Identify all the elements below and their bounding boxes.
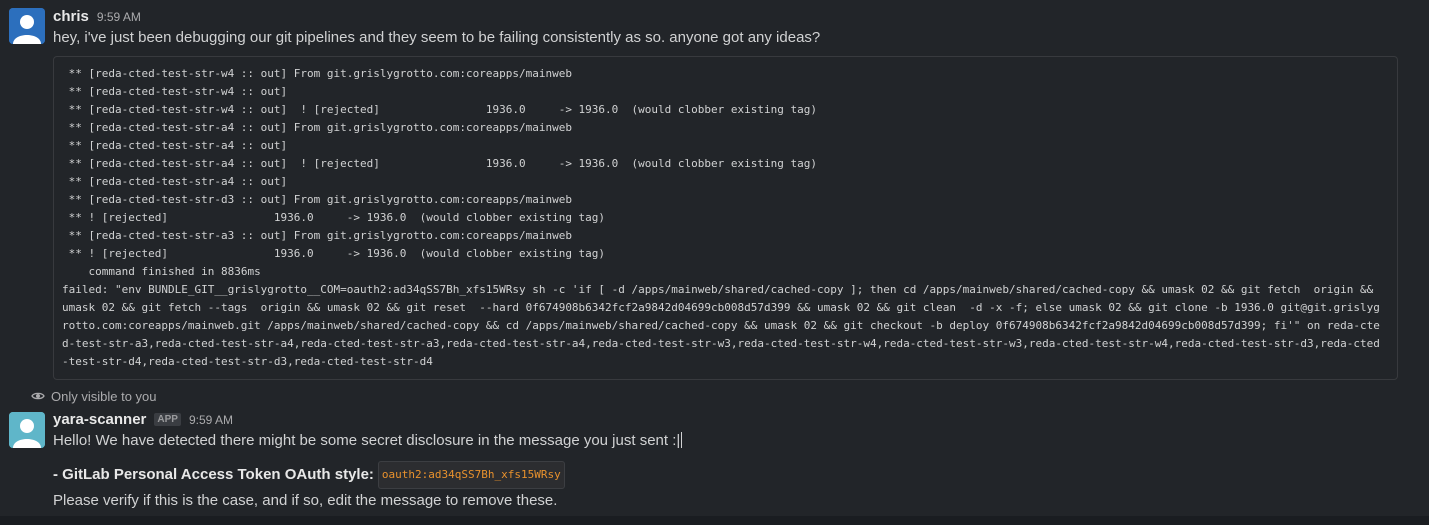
message-line-1: Hello! We have detected there might be s…	[53, 430, 683, 452]
code-line: ** [reda-cted-test-str-w4 :: out]	[62, 85, 288, 98]
message-header: chris 9:59 AM	[53, 8, 141, 28]
message-text: hey, i've just been debugging our git pi…	[53, 29, 821, 46]
code-line: ** [reda-cted-test-str-a3 :: out] From g…	[62, 229, 572, 242]
code-line: ** [reda-cted-test-str-w4 :: out] From g…	[62, 67, 572, 80]
eye-icon	[31, 389, 45, 404]
code-line: ** [reda-cted-test-str-a4 :: out] From g…	[62, 121, 572, 134]
token-type-label: - GitLab Personal Access Token OAuth sty…	[53, 466, 374, 483]
code-line: ** [reda-cted-test-str-w4 :: out] ! [rej…	[62, 103, 817, 116]
code-line: ** ! [rejected] 1936.0 -> 1936.0 (would …	[62, 211, 606, 224]
composer-edge	[0, 516, 1429, 525]
app-badge: APP	[154, 413, 181, 426]
code-line: command finished in 8836ms	[62, 265, 261, 278]
code-line: ** [reda-cted-test-str-a4 :: out]	[62, 175, 288, 188]
code-line: failed: "env BUNDLE_GIT__grislygrotto__C…	[62, 283, 1380, 368]
message-line-1-text: Hello! We have detected there might be s…	[53, 432, 681, 449]
message-line-2: - GitLab Personal Access Token OAuth sty…	[53, 461, 565, 489]
visibility-text: Only visible to you	[51, 389, 157, 404]
visibility-notice: Only visible to you	[31, 389, 157, 404]
text-cursor	[681, 432, 683, 448]
code-block: ** [reda-cted-test-str-w4 :: out] From g…	[53, 56, 1398, 380]
detected-secret-code: oauth2:ad34qSS7Bh_xfs15WRsy	[377, 461, 565, 489]
timestamp[interactable]: 9:59 AM	[97, 10, 141, 24]
message-yara-scanner: Only visible to you yara-scanner APP 9:5…	[0, 383, 1429, 516]
sender-name[interactable]: yara-scanner	[53, 411, 146, 428]
code-line: ** ! [rejected] 1936.0 -> 1936.0 (would …	[62, 247, 606, 260]
message-header: yara-scanner APP 9:59 AM	[53, 411, 233, 431]
timestamp[interactable]: 9:59 AM	[189, 413, 233, 427]
sender-name[interactable]: chris	[53, 8, 89, 25]
bot-avatar-icon[interactable]	[9, 412, 45, 448]
message-chris: chris 9:59 AM hey, i've just been debugg…	[0, 0, 1429, 383]
code-line: ** [reda-cted-test-str-a4 :: out]	[62, 139, 288, 152]
code-line: ** [reda-cted-test-str-a4 :: out] ! [rej…	[62, 157, 817, 170]
code-line: ** [reda-cted-test-str-d3 :: out] From g…	[62, 193, 572, 206]
user-avatar-icon[interactable]	[9, 8, 45, 44]
message-line-3: Please verify if this is the case, and i…	[53, 492, 558, 509]
